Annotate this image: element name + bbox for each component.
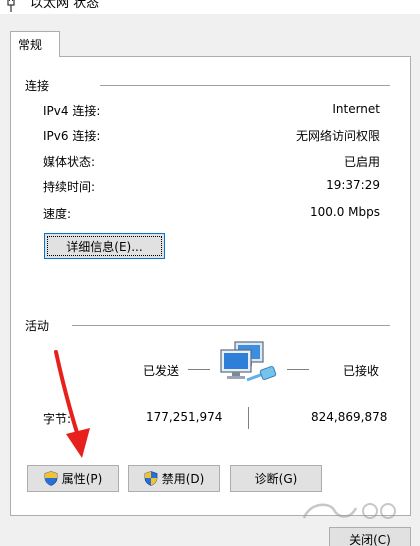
media-state-label: 媒体状态:: [43, 155, 96, 169]
speed-label: 速度:: [43, 207, 72, 221]
bytes-separator: [248, 407, 249, 429]
speed-value: 100.0 Mbps: [309, 205, 380, 219]
activity-section-label: 活动: [25, 319, 50, 333]
properties-button-label: 属性(P): [61, 472, 103, 486]
disable-button-label: 禁用(D): [161, 472, 205, 486]
details-button-label: 详细信息(E)...: [66, 239, 143, 254]
window-title: 以太网 状态: [30, 0, 100, 11]
received-label: 已接收: [343, 364, 380, 378]
ethernet-status-window: 以太网 状态 常规 连接 IPv4 连接: Internet IPv6 连接: …: [0, 0, 420, 546]
connection-divider: [100, 85, 390, 86]
title-bar: 以太网 状态: [0, 0, 420, 14]
diagnose-button-label: 诊断(G): [254, 472, 298, 486]
network-computers-icon: [220, 341, 277, 382]
tab-general-label: 常规: [18, 38, 43, 52]
uac-shield-icon: [144, 471, 158, 486]
sent-dash: [188, 369, 210, 370]
bytes-sent-value: 177,251,974: [146, 410, 223, 424]
ipv4-label: IPv4 连接:: [43, 104, 101, 118]
duration-value: 19:37:29: [326, 178, 380, 192]
ipv4-value: Internet: [332, 102, 380, 116]
activity-divider: [72, 325, 390, 326]
received-dash: [287, 369, 309, 370]
network-adapter-icon: [7, 0, 15, 12]
tab-general[interactable]: 常规: [10, 31, 60, 57]
annotation-arrow-icon: [54, 350, 90, 458]
diagnose-button[interactable]: 诊断(G): [230, 465, 322, 492]
bytes-received-value: 824,869,878: [311, 410, 388, 424]
duration-label: 持续时间:: [43, 180, 96, 194]
close-button[interactable]: 关闭(C): [329, 527, 411, 546]
ipv6-label: IPv6 连接:: [43, 129, 101, 143]
watermark-logo-icon: [302, 503, 396, 519]
details-button[interactable]: 详细信息(E)...: [44, 233, 165, 259]
media-state-value: 已启用: [343, 155, 380, 169]
ipv6-value: 无网络访问权限: [295, 129, 380, 143]
close-button-label: 关闭(C): [349, 532, 391, 546]
properties-button[interactable]: 属性(P): [27, 465, 119, 492]
connection-section-label: 连接: [25, 79, 50, 93]
sent-label: 已发送: [143, 364, 180, 378]
disable-button[interactable]: 禁用(D): [128, 465, 220, 492]
uac-shield-icon: [44, 471, 58, 486]
